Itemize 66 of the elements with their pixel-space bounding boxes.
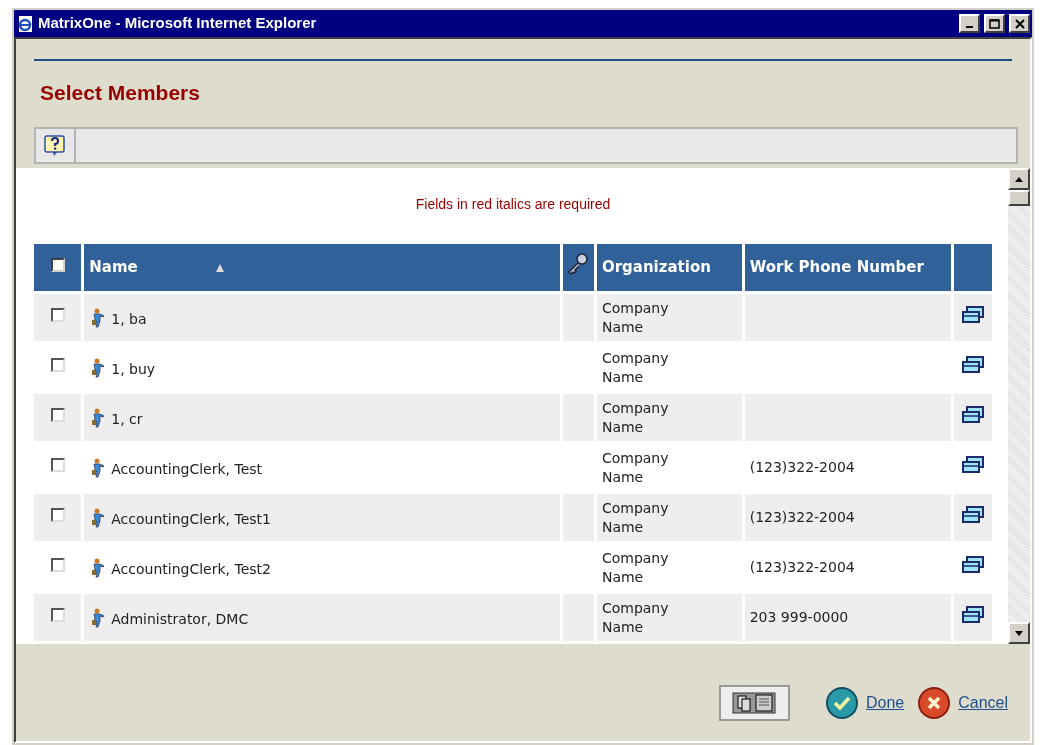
scroll-up-icon[interactable] <box>1015 176 1023 182</box>
details-icon[interactable] <box>960 605 985 624</box>
browser-icon <box>16 14 34 33</box>
person-icon <box>89 607 106 628</box>
organization: Company Name <box>601 398 670 437</box>
close-icon <box>1014 18 1025 29</box>
phone-number: (123)322-2004 <box>749 509 855 525</box>
pages-icon <box>732 690 777 715</box>
scroll-thumb[interactable] <box>1008 190 1030 206</box>
details-icon[interactable] <box>960 455 985 474</box>
column-header[interactable]: Work Phone Number <box>744 244 951 291</box>
phone-number: 203 999-0000 <box>749 609 849 625</box>
details-icon[interactable] <box>960 405 985 424</box>
view-toggle-button[interactable] <box>718 684 790 721</box>
key-icon <box>566 252 591 276</box>
checkbox[interactable] <box>50 258 65 272</box>
checkbox[interactable] <box>50 408 65 422</box>
checkbox[interactable] <box>50 508 65 522</box>
member-name: 1, buy <box>111 359 156 379</box>
organization: Company Name <box>601 598 670 637</box>
cancel-icon[interactable] <box>918 686 951 719</box>
person-icon <box>89 357 106 378</box>
page-title: Select Members <box>40 81 200 104</box>
organization: Company Name <box>601 448 670 487</box>
window-title: MatrixOne - Microsoft Internet Explorer <box>38 13 318 34</box>
close-button[interactable] <box>1009 14 1030 33</box>
help-icon[interactable] <box>44 134 66 157</box>
scrollbar[interactable] <box>1008 168 1030 644</box>
cancel-link[interactable]: Cancel <box>958 690 1008 715</box>
column-header[interactable]: Name <box>84 244 560 291</box>
checkbox[interactable] <box>50 458 65 472</box>
person-icon <box>89 557 106 578</box>
member-name: AccountingClerk, Test2 <box>111 559 271 579</box>
organization: Company Name <box>601 348 670 387</box>
details-icon[interactable] <box>960 555 985 574</box>
organization: Company Name <box>601 298 670 337</box>
maximize-button[interactable] <box>984 14 1005 33</box>
phone-number: (123)322-2004 <box>749 559 855 575</box>
minimize-icon <box>966 25 973 28</box>
person-icon <box>89 307 106 328</box>
member-name: 1, ba <box>111 309 147 329</box>
person-icon <box>89 507 106 528</box>
done-link[interactable]: Done <box>865 690 905 715</box>
checkbox[interactable] <box>50 358 65 372</box>
member-name: 1, cr <box>111 409 143 429</box>
member-name: Administrator, DMC <box>111 609 249 629</box>
person-icon <box>89 407 106 428</box>
checkbox[interactable] <box>50 558 65 572</box>
checkbox[interactable] <box>50 308 65 322</box>
details-icon[interactable] <box>960 505 985 524</box>
member-name: AccountingClerk, Test <box>111 459 263 479</box>
details-icon[interactable] <box>960 355 985 374</box>
member-name: AccountingClerk, Test1 <box>111 509 271 529</box>
required-note: Fields in red italics are required <box>415 195 611 214</box>
details-icon[interactable] <box>960 305 985 324</box>
sort-ascending-icon <box>215 263 224 272</box>
check-icon[interactable] <box>825 686 858 719</box>
minimize-button[interactable] <box>959 14 980 33</box>
phone-number: (123)322-2004 <box>749 459 855 475</box>
maximize-icon <box>989 18 1000 29</box>
organization: Company Name <box>601 498 670 537</box>
person-icon <box>89 457 106 478</box>
organization: Company Name <box>601 548 670 587</box>
column-header[interactable]: Organization <box>596 244 742 291</box>
scroll-down-icon[interactable] <box>1015 630 1023 636</box>
checkbox[interactable] <box>50 608 65 622</box>
